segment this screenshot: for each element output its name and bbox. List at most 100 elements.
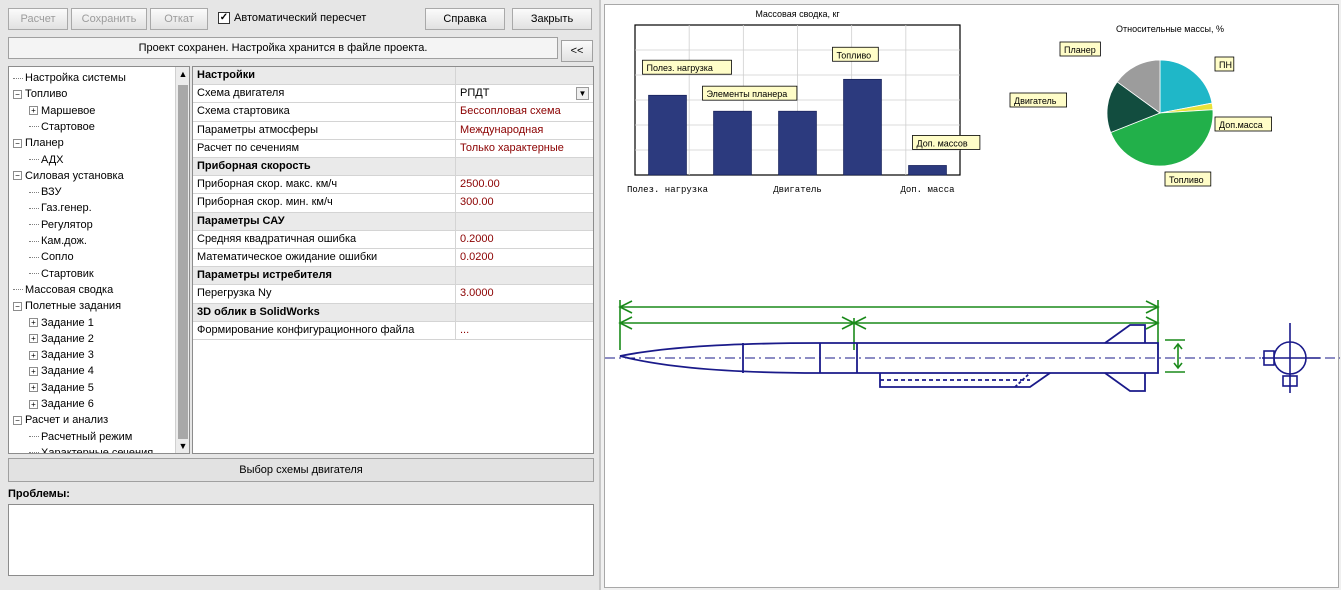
- tree-item[interactable]: − Полетные задания: [13, 298, 121, 314]
- tree-item-label: Маршевое: [41, 104, 96, 117]
- tree-item[interactable]: ВЗУ: [29, 184, 61, 200]
- tree-item[interactable]: + Маршевое: [29, 103, 95, 119]
- tree-item[interactable]: Расчетный режим: [29, 429, 132, 445]
- bar-data-label: Полез. нагрузка: [642, 59, 732, 75]
- bar-data-label-text: Полез. нагрузка: [647, 63, 713, 73]
- grid-row[interactable]: Математическое ожидание ошибки 0.0200: [193, 249, 593, 268]
- tree-item[interactable]: − Планер: [13, 135, 64, 151]
- problems-label: Проблемы:: [8, 488, 70, 500]
- expand-icon[interactable]: +: [29, 366, 38, 376]
- grid-key: Математическое ожидание ошибки: [197, 251, 378, 263]
- tree-item[interactable]: + Задание 2: [29, 331, 94, 347]
- tree-item[interactable]: Настройка системы: [13, 70, 126, 86]
- tree-item-label: Расчет и анализ: [25, 414, 109, 427]
- grid-row[interactable]: Расчет по сечениям Только характерные: [193, 139, 593, 158]
- calc-button[interactable]: Расчет: [8, 8, 68, 30]
- expand-icon[interactable]: +: [29, 106, 38, 116]
- grid-section-row: Настройки: [193, 67, 593, 86]
- scroll-down-icon[interactable]: ▼: [176, 439, 189, 453]
- grid-row[interactable]: Приборная скор. мин. км/ч 300.00: [193, 194, 593, 213]
- tree-connector: [29, 224, 39, 226]
- expand-icon[interactable]: +: [29, 383, 38, 393]
- status-message: Проект сохранен. Настройка хранится в фа…: [8, 37, 558, 59]
- dropdown-arrow-icon[interactable]: ▼: [576, 87, 589, 101]
- tree-item[interactable]: Стартовое: [29, 119, 95, 135]
- expand-icon[interactable]: +: [29, 399, 38, 409]
- tree-item-label: Задание 6: [41, 398, 94, 410]
- tree-item[interactable]: Стартовик: [29, 266, 94, 282]
- tree-item[interactable]: АДХ: [29, 152, 64, 168]
- tree-item-label: Топливо: [25, 88, 68, 101]
- help-button[interactable]: Справка: [425, 8, 505, 30]
- save-button[interactable]: Сохранить: [71, 8, 147, 30]
- auto-recalc-checkbox[interactable]: ✓ Автоматический пересчет: [218, 12, 366, 24]
- grid-value[interactable]: 3.0000: [455, 285, 593, 304]
- collapse-icon[interactable]: −: [13, 89, 22, 99]
- tree-connector: [29, 452, 39, 453]
- tree-item-label: Кам.дож.: [41, 235, 87, 247]
- tree-item[interactable]: Газ.генер.: [29, 200, 92, 216]
- grid-row[interactable]: Формирование конфигурационного файла...: [193, 321, 593, 340]
- close-button[interactable]: Закрыть: [512, 8, 592, 30]
- problems-textarea[interactable]: [8, 504, 594, 576]
- tree-item[interactable]: Регулятор: [29, 217, 93, 233]
- grid-value[interactable]: Только характерные: [455, 139, 593, 158]
- scrollbar-thumb[interactable]: [178, 85, 188, 453]
- collapse-icon[interactable]: −: [13, 301, 22, 311]
- tree-item[interactable]: − Силовая установка: [13, 168, 124, 184]
- project-tree[interactable]: Настройка системы − Топливо + Маршевое Старто…: [8, 66, 190, 454]
- tree-connector: [29, 207, 39, 209]
- tree-item[interactable]: + Задание 4: [29, 363, 94, 379]
- tree-item[interactable]: Сопло: [29, 249, 74, 265]
- bar: [648, 94, 687, 176]
- tree-item-label: Планер: [25, 137, 64, 150]
- tree-item[interactable]: − Расчет и анализ: [13, 412, 108, 428]
- expand-icon[interactable]: +: [29, 318, 38, 328]
- tree-item[interactable]: + Задание 1: [29, 315, 94, 331]
- grid-value[interactable]: 0.0200: [455, 249, 593, 267]
- grid-row[interactable]: Схема двигателя РПДТ ▼: [193, 85, 593, 104]
- tree-item-label: Газ.генер.: [41, 202, 92, 215]
- tree-connector: [29, 191, 39, 193]
- grid-row[interactable]: Схема стартовика Бессопловая схема: [193, 103, 593, 122]
- tree-connector: [13, 77, 23, 79]
- grid-value[interactable]: ...: [455, 321, 593, 340]
- bar: [843, 78, 882, 176]
- grid-value[interactable]: РПДТ ▼: [455, 85, 593, 104]
- tree-item[interactable]: Характерные сечения: [29, 445, 153, 453]
- collapse-icon[interactable]: −: [13, 415, 22, 425]
- tree-item-label: Стартовик: [41, 267, 94, 280]
- grid-value-text: 300.00: [460, 196, 494, 209]
- rollback-button[interactable]: Откат: [150, 8, 208, 30]
- grid-value[interactable]: 300.00: [455, 194, 593, 213]
- grid-value[interactable]: 0.2000: [455, 230, 593, 249]
- dimension-lines: [618, 300, 1185, 373]
- grid-value[interactable]: Бессопловая схема: [455, 103, 593, 122]
- expand-icon[interactable]: +: [29, 334, 38, 344]
- collapse-icon[interactable]: −: [13, 171, 22, 181]
- tree-item[interactable]: + Задание 5: [29, 380, 94, 396]
- grid-value-text: РПДТ: [460, 87, 490, 100]
- tree-item[interactable]: + Задание 3: [29, 347, 94, 363]
- grid-value: [455, 212, 593, 231]
- tree-item[interactable]: + Задание 6: [29, 396, 94, 412]
- grid-row[interactable]: Параметры атмосферы Международная: [193, 121, 593, 140]
- grid-value[interactable]: Международная: [455, 121, 593, 140]
- tree-item-label: Задание 4: [41, 365, 94, 378]
- pie-label: Доп.масса: [1214, 116, 1272, 132]
- expand-icon[interactable]: +: [29, 350, 38, 360]
- tree-item[interactable]: Кам.дож.: [29, 233, 87, 249]
- tree-item[interactable]: − Топливо: [13, 86, 67, 102]
- tree-item[interactable]: Массовая сводка: [13, 282, 113, 298]
- grid-row[interactable]: Средняя квадратичная ошибка 0.2000: [193, 230, 593, 249]
- tree-scrollbar[interactable]: ▲ ▼: [175, 67, 189, 453]
- collapse-icon[interactable]: −: [13, 138, 22, 148]
- grid-row[interactable]: Перегрузка Ny 3.0000: [193, 285, 593, 304]
- grid-key: Средняя квадратичная ошибка: [197, 232, 357, 245]
- grid-value[interactable]: 2500.00: [455, 176, 593, 195]
- visualization-panel: Массовая сводка, кг Полез. нагрузка Элемен…: [604, 4, 1340, 588]
- scroll-up-icon[interactable]: ▲: [176, 67, 189, 81]
- collapse-button[interactable]: <<: [561, 40, 593, 62]
- grid-row[interactable]: Приборная скор. макс. км/ч 2500.00: [193, 176, 593, 195]
- bar-data-label: Доп. массов: [912, 135, 981, 150]
